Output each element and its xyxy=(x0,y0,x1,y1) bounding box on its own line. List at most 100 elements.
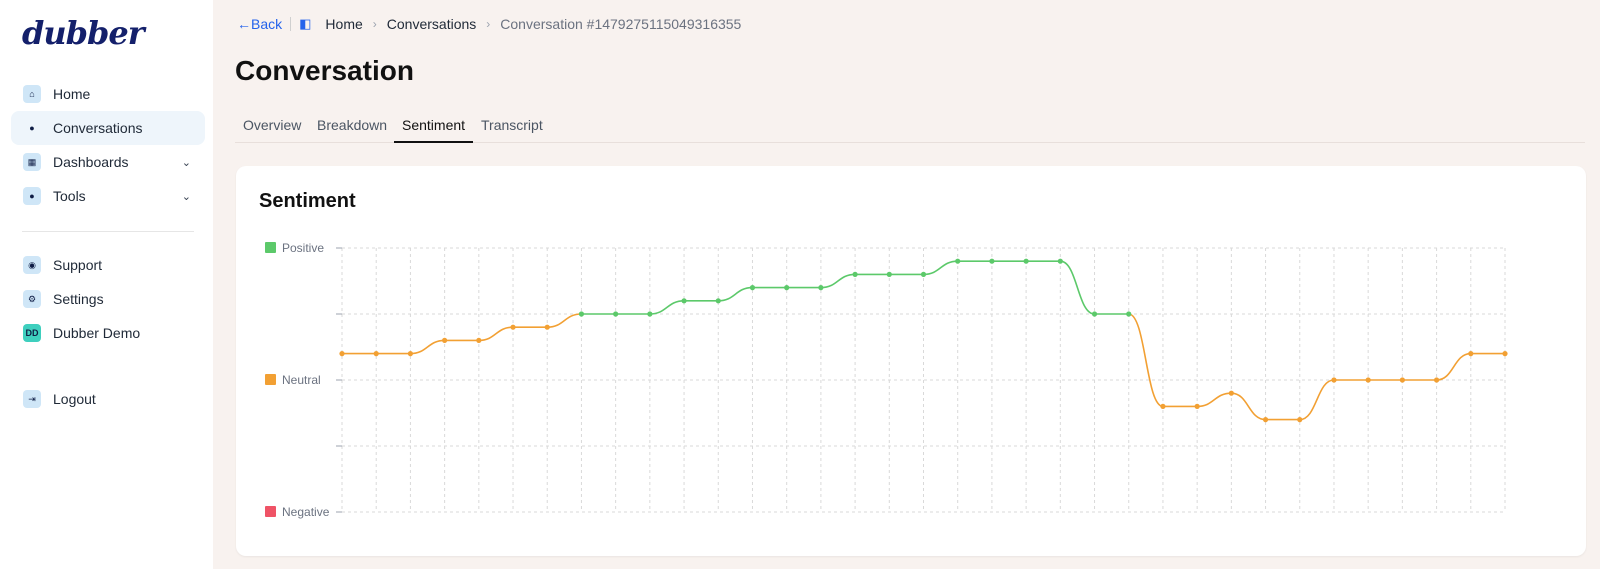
arrow-left-icon: ← xyxy=(237,16,251,32)
data-point xyxy=(818,285,824,291)
data-point xyxy=(544,324,550,330)
sidebar-item-label: Support xyxy=(53,257,103,273)
sidebar-item-tools[interactable]: ● Tools ⌄ xyxy=(11,179,205,213)
breadcrumb-current: Conversation #1479275115049316355 xyxy=(500,16,742,32)
data-point xyxy=(1194,403,1200,409)
sidebar-item-label: Logout xyxy=(53,391,96,407)
data-point xyxy=(715,298,721,304)
sidebar: dubber ⌂ Home ● Conversations ▦ Dashboar… xyxy=(0,0,213,569)
sidebar-item-account[interactable]: DD Dubber Demo xyxy=(11,316,205,350)
sidebar-item-label: Settings xyxy=(53,291,104,307)
sidebar-item-label: Home xyxy=(53,86,91,102)
sidebar-item-dashboards[interactable]: ▦ Dashboards ⌄ xyxy=(11,145,205,179)
sidebar-item-label: Dashboards xyxy=(53,154,129,170)
data-point xyxy=(1365,377,1371,383)
series-line-segment xyxy=(1197,392,1232,408)
data-point xyxy=(1091,311,1098,317)
series-line-segment xyxy=(1231,392,1266,421)
legend-label-neutral: Neutral xyxy=(282,373,321,387)
data-point xyxy=(1297,417,1303,423)
data-point xyxy=(1468,351,1474,357)
logout-icon: ⇥ xyxy=(23,390,41,408)
sidebar-item-label: Dubber Demo xyxy=(53,325,141,341)
chevron-down-icon: ⌄ xyxy=(181,156,191,169)
legend-swatch-positive xyxy=(265,242,276,253)
sidebar-item-settings[interactable]: ⚙ Settings xyxy=(11,282,205,316)
series-line-segment xyxy=(923,260,958,276)
data-point xyxy=(339,351,345,357)
chat-bubble-icon: ● xyxy=(29,123,35,133)
data-point xyxy=(1023,258,1029,264)
data-point xyxy=(1126,311,1132,317)
sentiment-card: Sentiment Positive Neutral Negative xyxy=(236,166,1586,556)
data-point xyxy=(920,271,927,277)
chevron-right-icon: › xyxy=(372,17,377,31)
breadcrumb: ←Back ◧ Home › Conversations › Conversat… xyxy=(237,14,741,34)
series-line-segment xyxy=(410,339,445,355)
data-point xyxy=(852,271,858,277)
sidebar-divider xyxy=(22,231,194,232)
series-line-segment xyxy=(1060,260,1095,315)
data-point xyxy=(510,324,516,330)
series-line-segment xyxy=(718,286,753,302)
data-point xyxy=(476,337,482,343)
data-point xyxy=(989,258,995,264)
sidebar-item-conversations[interactable]: ● Conversations xyxy=(11,111,205,145)
data-point xyxy=(578,311,585,317)
data-point xyxy=(442,337,448,343)
data-point xyxy=(407,351,414,357)
series-line-segment xyxy=(547,313,582,328)
breadcrumb-conversations[interactable]: Conversations xyxy=(387,16,477,32)
tab-transcript[interactable]: Transcript xyxy=(473,108,551,143)
dubber-logo[interactable]: dubber xyxy=(22,14,145,52)
data-point xyxy=(681,298,687,304)
data-point xyxy=(1331,377,1337,383)
sentiment-chart: Positive Neutral Negative xyxy=(265,241,1508,519)
series-line-segment xyxy=(1436,352,1471,381)
data-point xyxy=(1228,390,1234,396)
sidebar-item-support[interactable]: ◉ Support xyxy=(11,248,205,282)
breadcrumb-divider xyxy=(290,17,292,31)
avatar: DD xyxy=(23,324,41,342)
breadcrumb-home[interactable]: Home xyxy=(325,16,362,32)
tools-icon: ● xyxy=(23,187,41,205)
sidebar-toggle-icon[interactable]: ◧ xyxy=(299,16,311,32)
legend-label-positive: Positive xyxy=(282,241,324,255)
home-icon: ⌂ xyxy=(23,85,41,103)
legend-swatch-negative xyxy=(265,506,276,517)
data-point xyxy=(749,285,756,291)
data-point xyxy=(1399,377,1405,383)
legend-swatch-neutral xyxy=(265,374,276,385)
tab-bar: Overview Breakdown Sentiment Transcript xyxy=(235,108,1585,143)
data-point xyxy=(647,311,653,317)
tab-overview[interactable]: Overview xyxy=(235,108,309,143)
data-point xyxy=(1262,417,1269,423)
back-link[interactable]: ←Back xyxy=(237,16,282,32)
page-title: Conversation xyxy=(235,55,414,86)
data-point xyxy=(1160,403,1166,409)
data-point xyxy=(1057,258,1063,264)
series-line-segment xyxy=(478,326,514,342)
grid-icon: ▦ xyxy=(23,153,41,171)
data-point xyxy=(955,258,961,264)
series-line-segment xyxy=(1299,379,1335,421)
support-icon: ◉ xyxy=(23,256,41,274)
chevron-right-icon: › xyxy=(486,17,491,31)
sidebar-item-label: Conversations xyxy=(53,120,143,136)
tab-sentiment[interactable]: Sentiment xyxy=(394,108,474,143)
chevron-down-icon: ⌄ xyxy=(181,190,191,203)
legend-label-negative: Negative xyxy=(282,505,330,519)
tab-breakdown[interactable]: Breakdown xyxy=(309,108,395,143)
sidebar-item-logout[interactable]: ⇥ Logout xyxy=(11,382,205,416)
series-line-segment xyxy=(820,273,856,289)
data-point xyxy=(613,311,619,317)
sidebar-item-home[interactable]: ⌂ Home xyxy=(11,77,205,111)
data-point xyxy=(886,271,892,277)
data-point xyxy=(1433,377,1440,383)
series-line-segment xyxy=(1128,313,1164,408)
series-line-segment xyxy=(649,300,685,315)
sidebar-item-label: Tools xyxy=(53,188,86,204)
gear-icon: ⚙ xyxy=(23,290,41,308)
data-point xyxy=(1502,351,1508,357)
data-point xyxy=(373,351,379,357)
